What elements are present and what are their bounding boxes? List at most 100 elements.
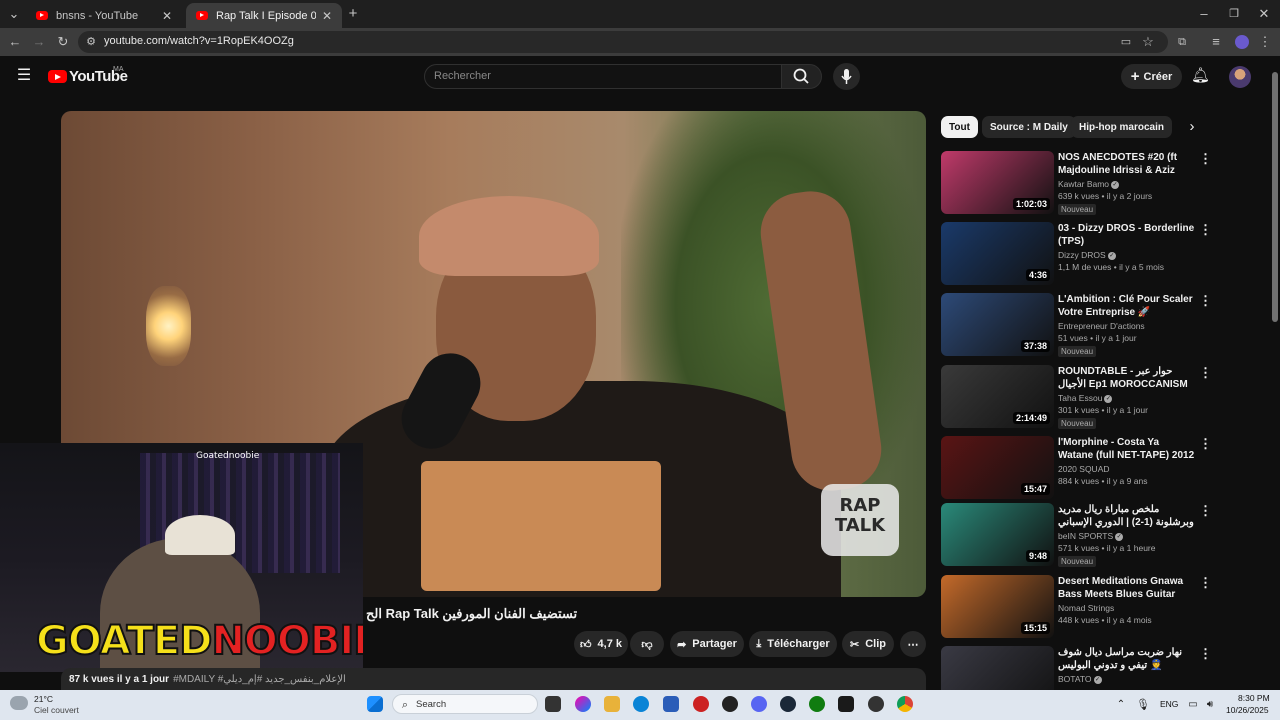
windows-start-icon[interactable] [367, 696, 383, 712]
store-icon[interactable] [663, 696, 679, 712]
recommendation-title[interactable]: 03 - Dizzy DROS - Borderline (TPS) [1058, 222, 1196, 248]
more-options-icon[interactable]: ⋮ [1199, 365, 1212, 381]
search-button[interactable] [781, 64, 822, 89]
app-icon-red[interactable] [693, 696, 709, 712]
channel-line[interactable]: Dizzy DROS ✓ [1058, 250, 1116, 260]
recommendation-item[interactable]: 15:47 l'Morphine - Costa Ya Watane (full … [941, 436, 1212, 500]
recommendation-title[interactable]: ملخص مباراة ريال مدريد وبرشلونة (1-2) | … [1058, 503, 1196, 529]
hamburger-menu-icon[interactable]: ☰ [15, 68, 33, 84]
recommendation-item[interactable]: 15:15 Desert Meditations Gnawa Bass Meets… [941, 575, 1212, 639]
obs-icon[interactable] [868, 696, 884, 712]
account-avatar[interactable] [1229, 66, 1251, 88]
url-text[interactable]: youtube.com/watch?v=1RopEK4OOZg [104, 35, 294, 47]
taskbar-search-box[interactable] [392, 694, 538, 714]
close-tab-icon[interactable]: ✕ [322, 9, 332, 23]
reload-icon[interactable]: ↻ [55, 34, 71, 50]
youtube-logo-icon[interactable] [48, 70, 67, 83]
discord-icon[interactable] [751, 696, 767, 712]
input-language[interactable]: ENG [1160, 699, 1178, 709]
like-button[interactable]: 👍︎ 4,7 k [574, 631, 628, 657]
video-thumbnail[interactable]: 15:15 [941, 575, 1054, 638]
more-options-icon[interactable]: ⋮ [1199, 222, 1212, 238]
clock-date[interactable]: 10/26/2025 [1226, 705, 1269, 715]
more-options-icon[interactable]: ⋮ [1199, 151, 1212, 167]
nvidia-icon[interactable] [838, 696, 854, 712]
voice-search-button[interactable] [833, 63, 860, 90]
search-input[interactable]: Rechercher [434, 70, 491, 82]
download-button[interactable]: ⤓ Télécharger [749, 631, 837, 657]
recommendation-title[interactable]: ROUNDTABLE - حوار عبر الأجيال Ep1 MOROCC… [1058, 365, 1196, 391]
forward-icon[interactable]: → [31, 34, 47, 50]
chip-source-m-daily[interactable]: Source : M Daily [982, 116, 1076, 138]
tab-rap-talk[interactable]: Rap Talk I Episode 02: l'Mor ✕ [186, 3, 342, 28]
chevron-right-icon[interactable]: › [1184, 119, 1200, 135]
video-thumbnail[interactable]: 37:38 [941, 293, 1054, 356]
xbox-icon[interactable] [809, 696, 825, 712]
more-options-icon[interactable]: ⋮ [1199, 436, 1212, 452]
create-button[interactable]: + Créer [1121, 64, 1182, 89]
close-tab-icon[interactable]: ✕ [162, 9, 172, 23]
more-actions-button[interactable]: ⋯ [900, 631, 926, 657]
cast-icon[interactable]: ▭ [1118, 34, 1134, 50]
weather-description[interactable]: Ciel couvert [34, 705, 79, 715]
channel-line[interactable]: Entrepreneur D'actions [1058, 321, 1145, 331]
more-options-icon[interactable]: ⋮ [1199, 293, 1212, 309]
channel-line[interactable]: 2020 SQUAD [1058, 464, 1110, 474]
clip-button[interactable]: ✂ Clip [842, 631, 894, 657]
browser-menu-icon[interactable]: ⋮ [1258, 34, 1272, 50]
recommendation-item[interactable]: 2:14:49 ROUNDTABLE - حوار عبر الأجيال Ep1… [941, 365, 1212, 429]
tray-mic-icon[interactable]: 🎙︎ [1136, 697, 1150, 713]
recommendation-title[interactable]: l'Morphine - Costa Ya Watane (full NET-T… [1058, 436, 1196, 462]
more-options-icon[interactable]: ⋮ [1199, 646, 1212, 662]
more-options-icon[interactable]: ⋮ [1199, 575, 1212, 591]
notifications-bell-icon[interactable]: 🔔︎ [1191, 68, 1210, 84]
recommendation-item[interactable]: 1:02:03 NOS ANECDOTES #20 (ft Majdouline … [941, 151, 1212, 215]
minimize-icon[interactable]: – [1196, 6, 1212, 22]
recommendation-item[interactable]: 37:38 L'Ambition : Clé Pour Scaler Votre … [941, 293, 1212, 357]
recommendation-item[interactable]: 4:36 03 - Dizzy DROS - Borderline (TPS) Di… [941, 222, 1212, 286]
extensions-icon[interactable]: ⧉ [1174, 34, 1190, 50]
steam-icon[interactable] [780, 696, 796, 712]
chrome-icon[interactable] [897, 696, 913, 712]
window-close-icon[interactable]: ✕ [1256, 6, 1272, 22]
task-view-icon[interactable] [545, 696, 561, 712]
channel-line[interactable]: Kawtar Bamo ✓ [1058, 179, 1120, 189]
taskbar-search-label[interactable]: Search [416, 699, 446, 710]
file-explorer-icon[interactable] [604, 696, 620, 712]
restore-icon[interactable]: ❐ [1226, 6, 1242, 22]
recommendation-title[interactable]: نهار ضربت مراسل ديال شوف تيفي و تدوني ال… [1058, 646, 1196, 672]
channel-line[interactable]: beIN SPORTS ✓ [1058, 531, 1124, 541]
back-icon[interactable]: ← [7, 34, 23, 50]
network-icon[interactable]: ▭ [1186, 697, 1200, 713]
edge-browser-icon[interactable] [633, 696, 649, 712]
tab-bnsns[interactable]: bnsns - YouTube ✕ [26, 3, 182, 28]
video-thumbnail[interactable]: 4:36 [941, 222, 1054, 285]
share-button[interactable]: ➦ Partager [670, 631, 744, 657]
bookmark-star-icon[interactable]: ☆ [1140, 34, 1156, 50]
recommendation-title[interactable]: NOS ANECDOTES #20 (ft Majdouline Idrissi… [1058, 151, 1196, 177]
channel-line[interactable]: BOTATO ✓ [1058, 674, 1102, 684]
volume-icon[interactable]: 🔊︎ [1203, 697, 1217, 713]
weather-temperature[interactable]: 21°C [34, 694, 53, 704]
cloud-icon[interactable] [10, 696, 28, 710]
recommendation-title[interactable]: Desert Meditations Gnawa Bass Meets Blue… [1058, 575, 1196, 601]
channel-line[interactable]: Taha Essou ✓ [1058, 393, 1113, 403]
tray-overflow-icon[interactable]: ⌃ [1114, 697, 1128, 713]
app-icon-dark[interactable] [722, 696, 738, 712]
video-thumbnail[interactable]: 15:47 [941, 436, 1054, 499]
clock-time[interactable]: 8:30 PM [1238, 693, 1270, 703]
chip-tout[interactable]: Tout [941, 116, 978, 138]
site-info-icon[interactable]: ⚙ [84, 34, 98, 50]
description-line[interactable]: 87 k vues il y a 1 jour #MDAILY #الإعلام_… [69, 674, 346, 685]
video-thumbnail[interactable]: 2:14:49 [941, 365, 1054, 428]
recommendation-title[interactable]: L'Ambition : Clé Pour Scaler Votre Entre… [1058, 293, 1196, 319]
new-tab-icon[interactable]: + [345, 6, 361, 22]
profile-icon[interactable] [1235, 35, 1249, 49]
video-thumbnail[interactable]: 1:02:03 [941, 151, 1054, 214]
reading-list-icon[interactable]: ≡ [1208, 34, 1224, 50]
chip-hiphop-marocain[interactable]: Hip-hop marocain [1071, 116, 1173, 138]
dislike-button[interactable]: 👎︎ [630, 631, 664, 657]
more-options-icon[interactable]: ⋮ [1199, 503, 1212, 519]
tab-search-icon[interactable]: ⌄ [6, 6, 22, 22]
copilot-icon[interactable] [575, 696, 591, 712]
